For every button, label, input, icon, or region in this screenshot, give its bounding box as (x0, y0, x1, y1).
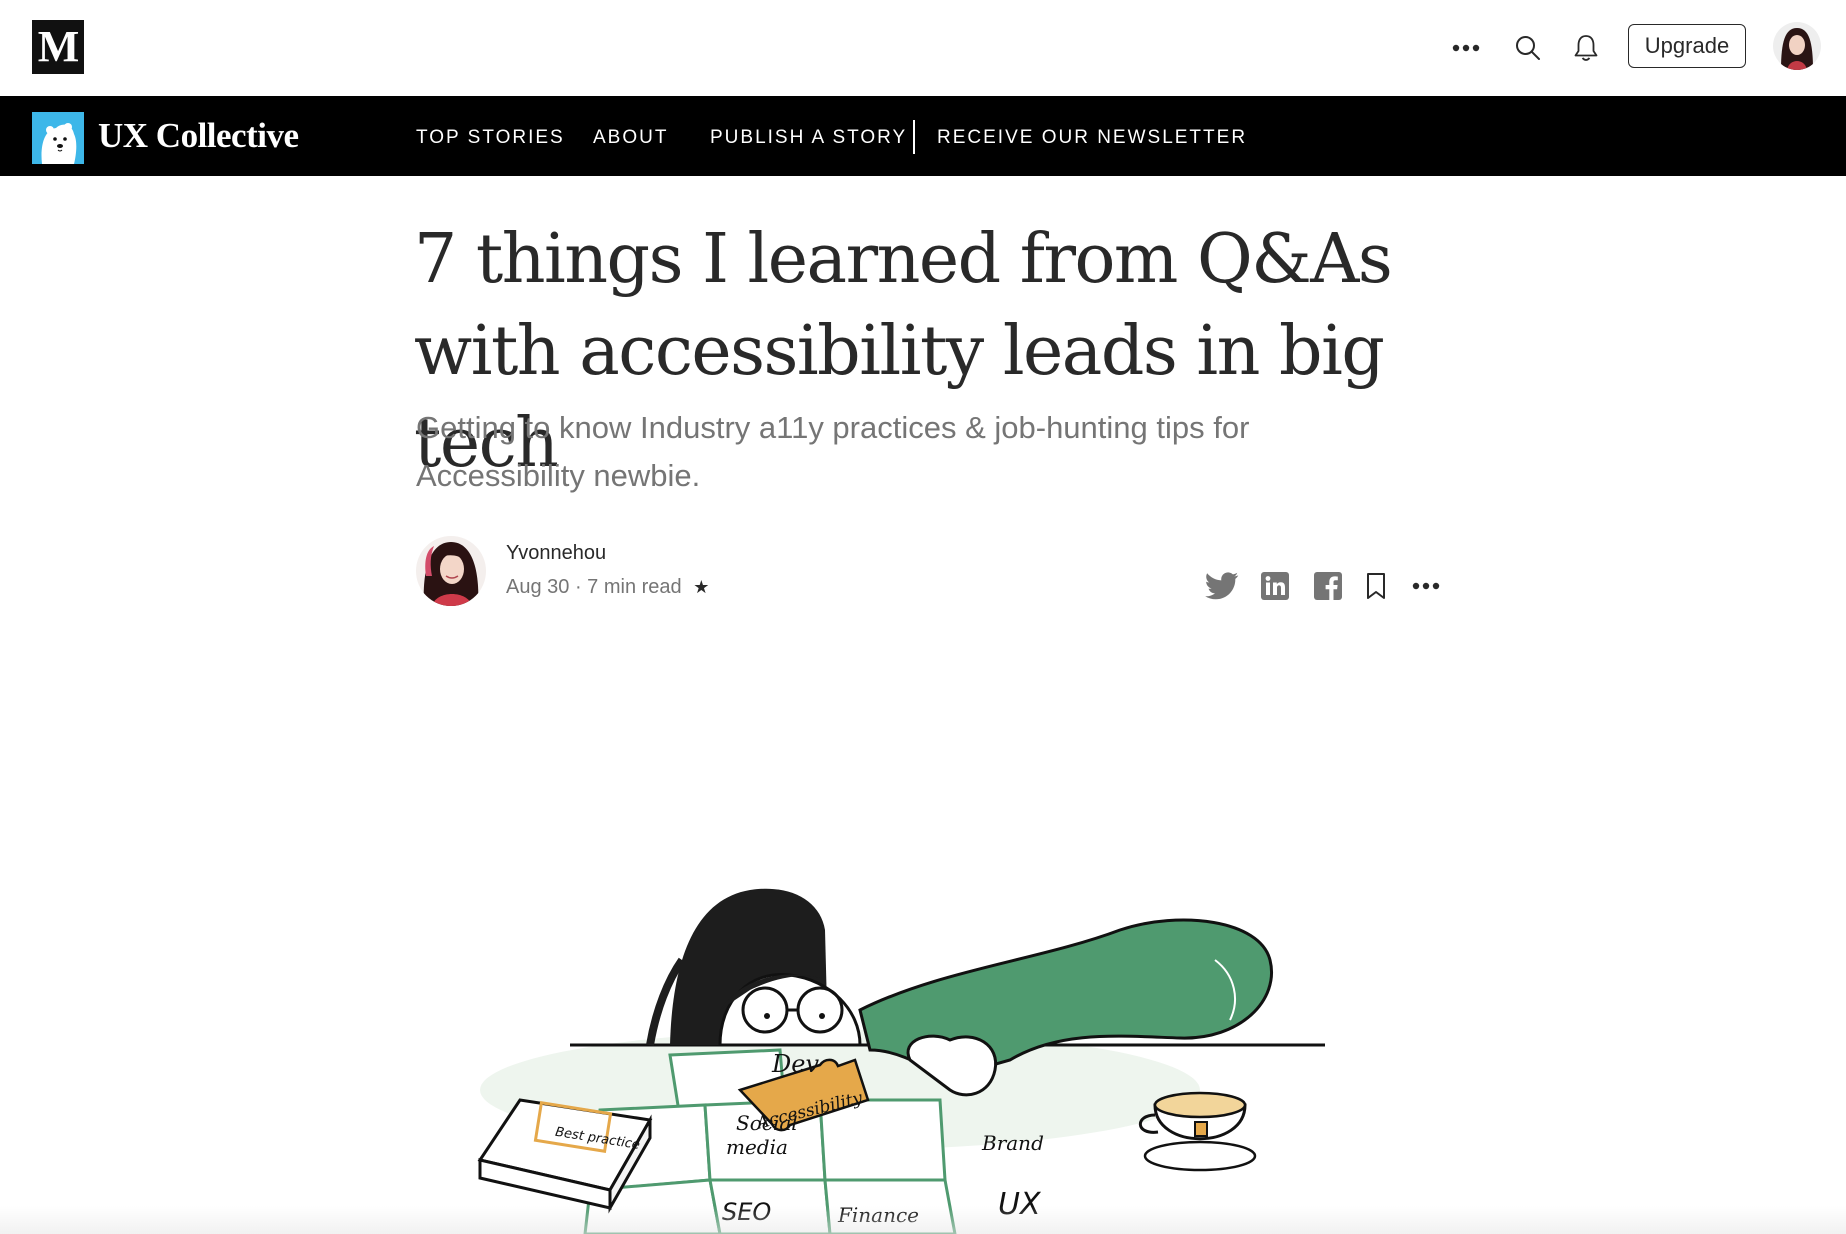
avatar[interactable] (1773, 22, 1821, 70)
article-meta: Aug 30 · 7 min read ★ (506, 574, 709, 600)
nav-publish-a-story[interactable]: PUBLISH A STORY (710, 126, 907, 150)
ux-collective-logo[interactable] (32, 112, 84, 164)
author-name[interactable]: Yvonnehou (506, 540, 606, 566)
upgrade-button[interactable]: Upgrade (1628, 24, 1746, 68)
read-time: 7 min read (587, 576, 682, 598)
nav-divider (913, 120, 915, 154)
hero-illustration: Best practice Dev Accessibility Social m… (420, 860, 1420, 1234)
article-subtitle-line-2: Accessibility newbie. (416, 458, 701, 493)
linkedin-icon[interactable] (1255, 566, 1295, 606)
illustration-label-dev: Dev (771, 1050, 819, 1078)
nav-receive-newsletter[interactable]: RECEIVE OUR NEWSLETTER (937, 126, 1247, 150)
nav-top-stories[interactable]: TOP STORIES (416, 126, 565, 150)
search-icon[interactable] (1508, 28, 1548, 68)
meta-separator: · (574, 576, 588, 598)
illustration-label-finance: Finance (837, 1203, 919, 1227)
article-subtitle-line-1: Getting to know Industry a11y practices … (416, 410, 1250, 445)
illustration-label-ux: UX (998, 1187, 1042, 1222)
bookmark-icon[interactable] (1356, 566, 1396, 606)
more-icon[interactable] (1448, 30, 1484, 66)
illustration-label-social: Social (736, 1111, 798, 1135)
twitter-icon[interactable] (1202, 566, 1242, 606)
member-star-icon: ★ (693, 577, 710, 597)
publication-nav: UX Collective TOP STORIES ABOUT PUBLISH … (0, 96, 1846, 176)
article-title-line-1: 7 things I learned from Q&As (414, 220, 1393, 299)
illustration-label-brand: Brand (981, 1131, 1044, 1155)
author-avatar[interactable] (416, 536, 486, 606)
medium-logo[interactable]: M (32, 20, 84, 74)
illustration-label-seo: SEO (722, 1198, 771, 1226)
illustration-label-media: media (726, 1135, 788, 1159)
nav-about[interactable]: ABOUT (593, 126, 668, 150)
bell-icon[interactable] (1566, 28, 1606, 68)
article-subtitle: Getting to know Industry a11y practices … (416, 404, 1316, 500)
facebook-icon[interactable] (1308, 566, 1348, 606)
publish-date: Aug 30 (506, 576, 570, 598)
publication-name[interactable]: UX Collective (98, 114, 299, 158)
top-bar: M Upgrade (0, 0, 1846, 96)
more-icon[interactable] (1406, 566, 1446, 606)
